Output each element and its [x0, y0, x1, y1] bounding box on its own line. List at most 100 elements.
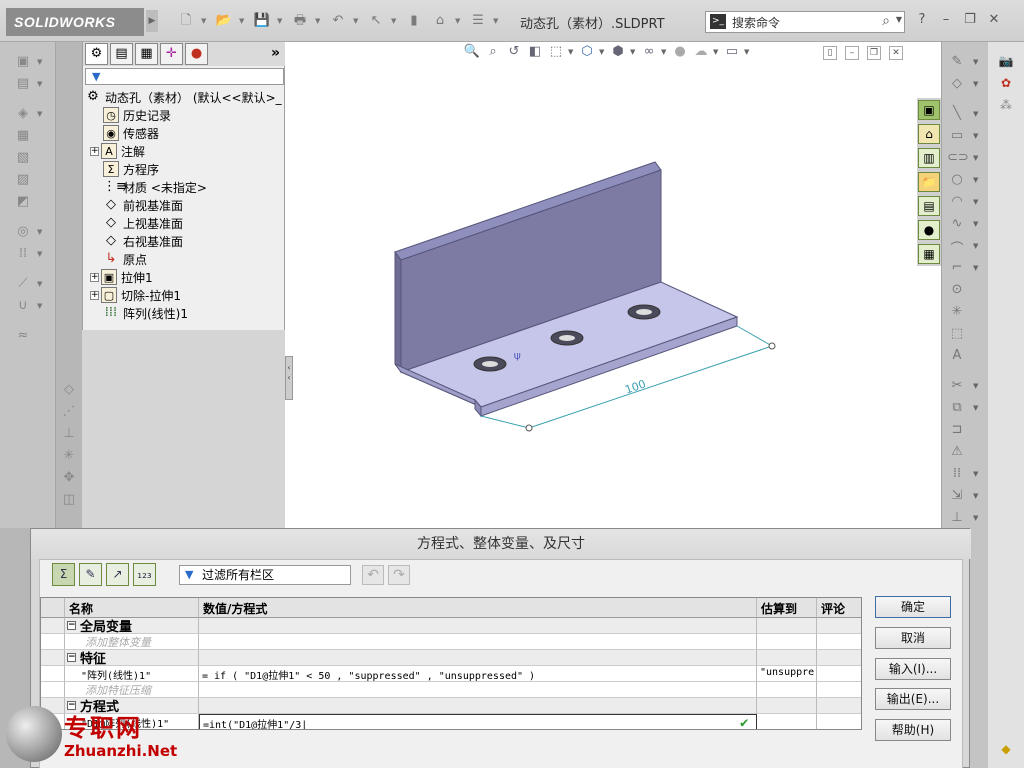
panel-collapse-handle[interactable]: ‹ ‹ — [285, 356, 293, 400]
chevron-down-icon[interactable]: ▼ — [353, 11, 361, 31]
trim-icon[interactable]: ✂ — [947, 378, 967, 396]
chevron-down-icon[interactable]: ▼ — [315, 11, 323, 31]
close-icon[interactable]: ✕ — [986, 12, 1002, 28]
rebuild-icon[interactable]: ▮ — [403, 11, 425, 31]
chevron-down-icon[interactable]: ▼ — [973, 198, 978, 206]
text-sketch-icon[interactable]: A — [947, 348, 967, 366]
open-file-icon[interactable]: 📂 — [213, 11, 235, 31]
feature-name-cell[interactable]: "阵列(线性)1" — [65, 666, 199, 682]
chevron-down-icon[interactable]: ▼ — [277, 11, 285, 31]
ok-button[interactable]: 确定 — [875, 596, 951, 618]
model-view[interactable]: 100 ⍦ — [285, 42, 941, 528]
home-icon[interactable]: ⌂ — [918, 124, 940, 144]
value-cell[interactable] — [199, 682, 757, 698]
point-sketch-icon[interactable]: ✳ — [947, 304, 967, 322]
comment-cell[interactable] — [817, 634, 861, 650]
column-header-value[interactable]: 数值/方程式 — [199, 598, 757, 618]
expand-icon[interactable]: + — [90, 146, 99, 156]
design-library-icon[interactable]: ▥ — [918, 148, 940, 168]
chevron-down-icon[interactable]: ▼ — [713, 48, 720, 56]
point-icon[interactable]: ✳ — [58, 448, 80, 466]
solidworks-resources-icon[interactable]: ▣ — [918, 100, 940, 120]
viewport-close-icon[interactable]: ✕ — [889, 46, 903, 60]
zoom-to-area-icon[interactable]: ⌕ — [484, 44, 502, 60]
chevron-down-icon[interactable]: ▼ — [744, 48, 751, 56]
sweep-icon[interactable]: ◈ — [12, 106, 34, 124]
chevron-down-icon[interactable]: ▼ — [37, 110, 42, 118]
add-global-variable-row[interactable]: 添加整体变量 — [41, 634, 861, 650]
column-header-name[interactable]: 名称 — [65, 598, 199, 618]
group-row-global-variables[interactable]: − 全局变量 — [41, 618, 861, 634]
view-orientation-icon[interactable]: ⬡ — [578, 44, 596, 60]
chevron-down-icon[interactable]: ▼ — [37, 228, 42, 236]
help-icon[interactable]: ? — [914, 12, 930, 28]
rib-icon[interactable]: ⟋ — [12, 276, 34, 294]
comment-cell[interactable] — [817, 666, 861, 682]
group-row-features[interactable]: − 特征 — [41, 650, 861, 666]
search-icon[interactable]: ⌕ — [882, 13, 890, 29]
chevron-down-icon[interactable]: ▼ — [973, 154, 978, 162]
dynamic-annotation-icon[interactable]: ⬚ — [547, 44, 565, 60]
rectangle-icon[interactable]: ▭ — [947, 128, 967, 146]
file-properties-icon[interactable]: ⌂ — [429, 11, 451, 31]
undo-icon[interactable]: ↶ — [327, 11, 349, 31]
search-commands-input[interactable]: >_ 搜索命令 ⌕ ▼ — [705, 11, 905, 33]
undo-icon[interactable]: ↶ — [362, 565, 384, 585]
tree-item-origin[interactable]: ↳ 原点 — [103, 250, 147, 268]
linear-sketch-pattern-icon[interactable]: ⁞⁞ — [947, 466, 967, 484]
view-palette-icon[interactable]: ▤ — [918, 196, 940, 216]
chevron-down-icon[interactable]: ▼ — [599, 48, 606, 56]
comment-cell[interactable] — [817, 682, 861, 698]
redo-icon[interactable]: ↷ — [388, 565, 410, 585]
restore-icon[interactable]: ❐ — [962, 12, 978, 28]
add-feature-suppression-cell[interactable]: 添加特征压缩 — [65, 682, 199, 698]
axis-icon[interactable]: ⋰ — [58, 404, 80, 422]
checkmark-icon[interactable]: ✔ — [740, 715, 748, 729]
chevron-down-icon[interactable]: ▼ — [493, 11, 501, 31]
new-file-icon[interactable]: 🗋 — [175, 11, 197, 31]
hide-show-items-icon[interactable]: ∞ — [640, 44, 658, 60]
equation-edit-input[interactable]: =int("D1@拉伸1"/3| ✔ — [199, 714, 757, 729]
offset-entities-icon[interactable]: ⊐ — [947, 422, 967, 440]
viewport-split-icon[interactable]: ▯ — [823, 46, 837, 60]
instant3d-icon[interactable]: ◫ — [58, 492, 80, 510]
expand-icon[interactable]: + — [90, 290, 99, 300]
chevron-down-icon[interactable]: ▼ — [37, 58, 42, 66]
display-manager-tab-icon[interactable]: ● — [185, 43, 208, 65]
chevron-down-icon[interactable]: ▼ — [239, 11, 247, 31]
dimension-endpoint[interactable] — [525, 424, 533, 432]
chevron-down-icon[interactable]: ▼ — [973, 404, 978, 412]
pattern-icon[interactable]: ⁞⁞ — [12, 246, 34, 264]
property-manager-tab-icon[interactable]: ▤ — [110, 43, 133, 65]
tree-item-annotations[interactable]: + A 注解 — [90, 142, 145, 160]
loft-icon[interactable]: ▦ — [12, 128, 34, 146]
view-settings-icon[interactable]: ▭ — [723, 44, 741, 60]
chevron-down-icon[interactable]: ▼ — [973, 176, 978, 184]
chevron-down-icon[interactable]: ▼ — [896, 15, 902, 24]
collapse-icon[interactable]: − — [67, 653, 76, 662]
convert-entities-icon[interactable]: ⧉ — [947, 400, 967, 418]
line-icon[interactable]: ╲ — [947, 106, 967, 124]
column-header-comment[interactable]: 评论 — [817, 598, 861, 618]
chevron-down-icon[interactable]: ▼ — [661, 48, 668, 56]
chevron-down-icon[interactable]: ▼ — [973, 470, 978, 478]
extrude-boss-icon[interactable]: ▣ — [12, 54, 34, 72]
tree-item-sensors[interactable]: ◉ 传感器 — [103, 124, 159, 142]
edit-appearance-icon[interactable]: ● — [671, 44, 689, 60]
sketch-equation-view-icon[interactable]: ✎ — [79, 563, 102, 586]
tree-item-root[interactable]: ⚙ 动态孔（素材） (默认<<默认>_ — [85, 88, 282, 106]
chevron-down-icon[interactable]: ▼ — [37, 280, 42, 288]
chevron-down-icon[interactable]: ▼ — [568, 48, 575, 56]
chevron-down-icon[interactable]: ▼ — [973, 58, 978, 66]
minimize-icon[interactable]: – — [938, 12, 954, 28]
arc-icon[interactable]: ◠ — [947, 194, 967, 212]
section-view-icon[interactable]: ◧ — [526, 44, 544, 60]
menu-expand-icon[interactable]: ▶ — [146, 10, 158, 32]
tree-item-extrude1[interactable]: + ▣ 拉伸1 — [90, 268, 153, 286]
fillet-icon[interactable]: ◎ — [12, 224, 34, 242]
solidworks-logo[interactable]: SOLIDWORKS — [6, 8, 144, 36]
dimension-endpoint[interactable] — [768, 342, 776, 350]
tree-item-material[interactable]: ⋮≡ 材质 <未指定> — [103, 178, 207, 196]
tree-item-cut-extrude1[interactable]: + ▢ 切除-拉伸1 — [90, 286, 181, 304]
column-header-evaluates-to[interactable]: 估算到 — [757, 598, 817, 618]
